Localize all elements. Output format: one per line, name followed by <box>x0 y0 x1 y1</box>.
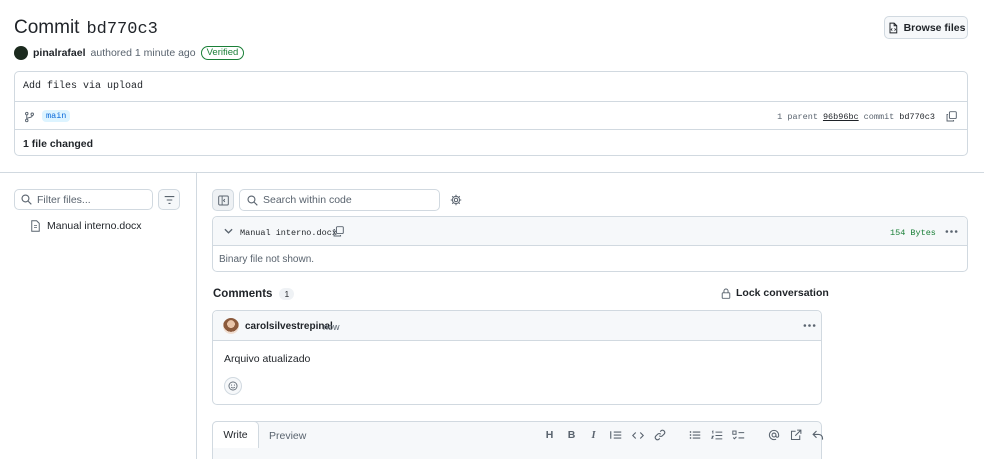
comment-body: Arquivo atualizado <box>224 353 311 365</box>
cross-reference-icon[interactable] <box>789 428 802 442</box>
author-row: pinalrafael authored 1 minute ago Verifi… <box>14 46 245 60</box>
commit-label: commit <box>863 112 895 122</box>
file-tree-item-label: Manual interno.docx <box>47 220 142 232</box>
reply-icon[interactable] <box>811 428 824 442</box>
tab-write[interactable]: Write <box>212 421 259 448</box>
ordered-list-icon[interactable] <box>710 428 723 442</box>
toggle-file-tree-button[interactable] <box>212 189 234 211</box>
copy-icon[interactable] <box>333 226 344 237</box>
filter-options-button[interactable] <box>158 189 180 210</box>
add-reaction-button[interactable] <box>224 377 242 395</box>
search-code-placeholder: Search within code <box>263 194 352 206</box>
binary-note: Binary file not shown. <box>219 254 315 265</box>
page-title: Commit bd770c3 <box>14 17 158 39</box>
browse-files-button[interactable]: Browse files <box>884 16 968 39</box>
comment-author[interactable]: carolsilvestrepinal <box>245 321 333 332</box>
filter-files-placeholder: Filter files... <box>37 193 91 206</box>
file-code-icon <box>887 22 899 34</box>
smiley-icon <box>228 381 238 391</box>
sidebar-collapse-icon <box>217 195 229 206</box>
lock-icon <box>721 288 731 299</box>
task-list-icon[interactable] <box>732 428 745 442</box>
branch-tag[interactable]: main <box>42 110 71 122</box>
link-icon[interactable] <box>653 428 666 442</box>
quote-icon[interactable] <box>609 428 622 442</box>
authored-text: authored 1 minute ago <box>90 47 196 59</box>
comment-card: carolsilvestrepinal now Arquivo atualiza… <box>212 310 822 405</box>
filter-icon <box>164 195 175 205</box>
commit-message: Add files via upload <box>23 81 144 92</box>
git-branch-icon <box>24 111 35 123</box>
search-icon <box>21 194 32 205</box>
comment-header: carolsilvestrepinal now <box>213 311 821 341</box>
title-sha: bd770c3 <box>86 20 158 39</box>
parent-info: 1 parent 96b96bc commit bd770c3 <box>777 112 935 122</box>
file-diff-header: Manual interno.docx 154 Bytes <box>213 217 967 246</box>
unordered-list-icon[interactable] <box>688 428 701 442</box>
title-word: Commit <box>14 17 80 38</box>
kebab-menu-icon[interactable] <box>945 227 958 236</box>
lock-conversation-button[interactable]: Lock conversation <box>721 287 829 299</box>
parent-sha-link[interactable]: 96b96bc <box>823 112 859 122</box>
italic-button[interactable]: I <box>587 428 600 442</box>
commit-meta-row: main 1 parent 96b96bc commit bd770c3 <box>15 101 967 130</box>
file-icon <box>30 220 41 232</box>
markdown-toolbar: H B I <box>543 428 824 442</box>
commit-sha: bd770c3 <box>899 112 935 122</box>
files-changed-count: 1 file changed <box>23 138 94 150</box>
filter-files-input[interactable]: Filter files... <box>14 189 153 210</box>
commit-box: Add files via upload main 1 parent 96b96… <box>14 71 968 156</box>
kebab-menu-icon[interactable] <box>803 321 816 330</box>
search-code-input[interactable]: Search within code <box>239 189 440 211</box>
chevron-down-icon[interactable] <box>224 228 233 235</box>
heading-button[interactable]: H <box>543 428 556 442</box>
parent-count: 1 parent <box>777 112 818 122</box>
tab-preview[interactable]: Preview <box>269 430 306 442</box>
diff-file-name[interactable]: Manual interno.docx <box>240 228 337 238</box>
file-size: 154 Bytes <box>890 228 936 238</box>
panel-divider <box>196 172 197 459</box>
code-icon[interactable] <box>631 428 644 442</box>
divider <box>0 172 984 173</box>
bold-button[interactable]: B <box>565 428 578 442</box>
verified-badge[interactable]: Verified <box>200 46 245 60</box>
avatar[interactable] <box>223 318 239 334</box>
comment-editor: Write Preview H B I <box>212 421 824 459</box>
copy-icon[interactable] <box>946 111 957 122</box>
comments-count-badge: 1 <box>279 288 295 300</box>
file-tree-item[interactable]: Manual interno.docx <box>30 220 142 232</box>
search-icon <box>247 194 258 206</box>
comment-time[interactable]: now <box>323 322 340 332</box>
comments-heading: Comments 1 <box>213 288 295 300</box>
file-diff: Manual interno.docx 154 Bytes Binary fil… <box>212 216 968 272</box>
mention-icon[interactable] <box>767 428 780 442</box>
author-link[interactable]: pinalrafael <box>33 47 86 59</box>
lock-conversation-label: Lock conversation <box>736 287 829 299</box>
gear-icon[interactable] <box>450 194 462 206</box>
browse-files-label: Browse files <box>903 21 966 34</box>
comments-title: Comments <box>213 288 273 300</box>
avatar[interactable] <box>14 46 28 60</box>
